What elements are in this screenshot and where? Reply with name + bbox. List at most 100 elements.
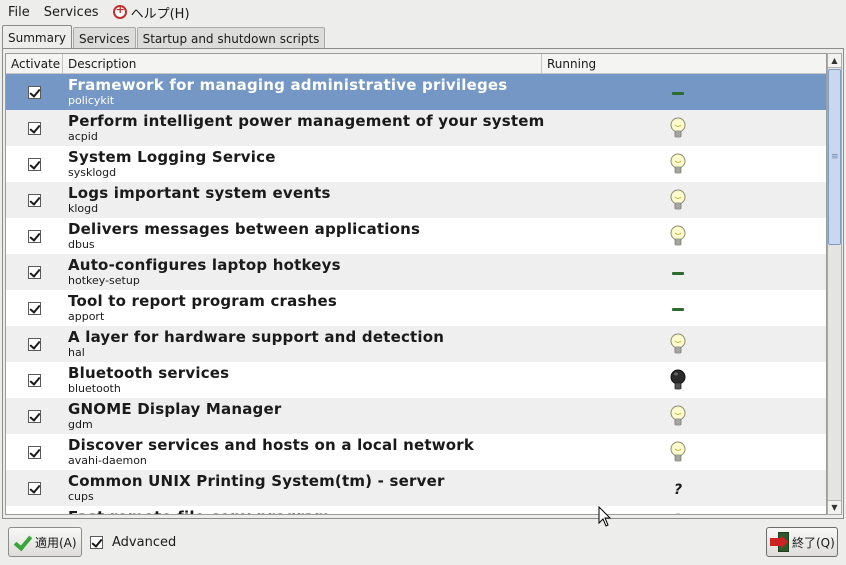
service-title: Bluetooth services — [68, 364, 230, 382]
running-cell — [542, 146, 826, 182]
services-list: Activate Description Running Framework f… — [5, 53, 827, 515]
description-cell: Perform intelligent power management of … — [63, 110, 545, 146]
advanced-checkbox[interactable] — [90, 536, 103, 549]
table-row[interactable]: System Logging Service sysklogd — [6, 146, 826, 182]
quit-label: 終了(Q) — [792, 535, 835, 550]
table-row[interactable]: A layer for hardware support and detecti… — [6, 326, 826, 362]
tab-services[interactable]: Services — [73, 27, 136, 49]
column-header: Activate Description Running — [6, 54, 826, 74]
table-row[interactable]: Discover services and hosts on a local n… — [6, 434, 826, 470]
activate-checkbox[interactable] — [28, 481, 41, 495]
service-name: hal — [68, 346, 85, 359]
description-cell: Tool to report program crashes apport — [63, 290, 542, 326]
activate-cell — [6, 254, 63, 290]
not-running-dash-icon — [672, 272, 684, 275]
advanced-toggle[interactable]: Advanced — [90, 535, 176, 550]
service-name: avahi-daemon — [68, 454, 147, 467]
table-row[interactable]: Auto-configures laptop hotkeys hotkey-set… — [6, 254, 826, 290]
service-title: Framework for managing administrative pr… — [68, 76, 508, 94]
running-cell — [542, 218, 826, 254]
column-running[interactable]: Running — [542, 54, 826, 73]
lightbulb-on-icon — [670, 405, 686, 426]
column-activate[interactable]: Activate — [6, 54, 63, 73]
table-row[interactable]: Common UNIX Printing System(tm) - server… — [6, 470, 826, 506]
running-cell — [542, 434, 826, 470]
advanced-label: Advanced — [112, 535, 177, 550]
bottom-bar: 適用(A) Advanced 終了(Q) — [0, 522, 846, 565]
lightbulb-on-icon — [675, 513, 681, 514]
activate-checkbox[interactable] — [28, 409, 41, 423]
table-row[interactable]: Bluetooth services bluetooth — [6, 362, 826, 398]
service-title: System Logging Service — [68, 148, 276, 166]
service-title: Auto-configures laptop hotkeys — [68, 256, 341, 274]
rows-container: Framework for managing administrative pr… — [6, 74, 826, 514]
lightbulb-on-icon — [670, 441, 686, 462]
apply-label: 適用(A) — [35, 535, 77, 550]
activate-checkbox[interactable] — [28, 337, 41, 351]
activate-checkbox[interactable] — [28, 121, 41, 135]
activate-checkbox[interactable] — [28, 229, 41, 243]
tab-bar: Summary Services Startup and shutdown sc… — [2, 25, 326, 49]
lightbulb-on-icon — [670, 117, 686, 138]
scroll-up-button[interactable]: ▲ — [828, 54, 841, 68]
running-cell — [542, 506, 826, 514]
service-title: GNOME Display Manager — [68, 400, 282, 418]
description-cell: Common UNIX Printing System(tm) - server… — [63, 470, 542, 506]
unknown-status-icon: ? — [674, 482, 682, 498]
table-row[interactable]: GNOME Display Manager gdm — [6, 398, 826, 434]
activate-checkbox[interactable] — [28, 265, 41, 279]
service-title: Logs important system events — [68, 184, 331, 202]
help-icon — [112, 3, 127, 19]
menu-help[interactable]: ヘルプ(H) — [109, 0, 194, 24]
description-cell: Discover services and hosts on a local n… — [63, 434, 542, 470]
activate-checkbox[interactable] — [28, 85, 41, 99]
quit-button[interactable]: 終了(Q) — [766, 527, 838, 557]
checkmark-icon — [13, 533, 31, 551]
activate-cell — [6, 182, 63, 218]
activate-checkbox[interactable] — [28, 193, 41, 207]
activate-checkbox[interactable] — [28, 157, 41, 171]
table-row[interactable]: Delivers messages between applications db… — [6, 218, 826, 254]
activate-checkbox[interactable] — [28, 445, 41, 459]
scroll-down-button[interactable]: ▼ — [828, 500, 841, 514]
description-cell: System Logging Service sysklogd — [63, 146, 542, 182]
description-cell: Logs important system events klogd — [63, 182, 542, 218]
exit-door-icon — [770, 532, 790, 552]
table-row[interactable]: Fast remote file copy program — [6, 506, 826, 514]
table-row[interactable]: Tool to report program crashes apport — [6, 290, 826, 326]
vertical-scrollbar[interactable]: ▲ ▼ — [827, 53, 842, 515]
tab-startup-scripts[interactable]: Startup and shutdown scripts — [136, 27, 326, 49]
tab-summary[interactable]: Summary — [2, 25, 72, 49]
activate-cell — [6, 362, 63, 398]
menu-services[interactable]: Services — [40, 0, 103, 24]
description-cell: Auto-configures laptop hotkeys hotkey-set… — [63, 254, 542, 290]
apply-button[interactable]: 適用(A) — [8, 527, 82, 557]
running-cell — [542, 398, 826, 434]
service-title: A layer for hardware support and detecti… — [68, 328, 445, 346]
service-name: sysklogd — [68, 166, 117, 179]
running-cell — [542, 74, 826, 110]
service-name: dbus — [68, 238, 95, 251]
menu-file[interactable]: File — [4, 0, 34, 24]
table-row[interactable]: Perform intelligent power management of … — [6, 110, 826, 146]
service-name: apport — [68, 310, 105, 323]
service-name: hotkey-setup — [68, 274, 140, 287]
service-title: Common UNIX Printing System(tm) - server — [68, 472, 445, 490]
activate-cell — [6, 218, 63, 254]
service-title: Delivers messages between applications — [68, 220, 421, 238]
activate-cell — [6, 110, 63, 146]
activate-checkbox[interactable] — [28, 373, 41, 387]
mouse-pointer-icon — [598, 506, 612, 527]
description-cell: Fast remote file copy program — [63, 506, 542, 514]
activate-cell — [6, 146, 63, 182]
column-description[interactable]: Description — [63, 54, 542, 73]
table-row[interactable]: Logs important system events klogd — [6, 182, 826, 218]
table-row[interactable]: Framework for managing administrative pr… — [6, 74, 826, 110]
running-cell — [542, 290, 826, 326]
service-title: Perform intelligent power management of … — [68, 112, 545, 130]
running-cell — [542, 254, 826, 290]
service-title: Tool to report program crashes — [68, 292, 337, 310]
activate-checkbox[interactable] — [28, 301, 41, 315]
scroll-thumb[interactable] — [828, 69, 841, 245]
lightbulb-on-icon — [670, 153, 686, 174]
